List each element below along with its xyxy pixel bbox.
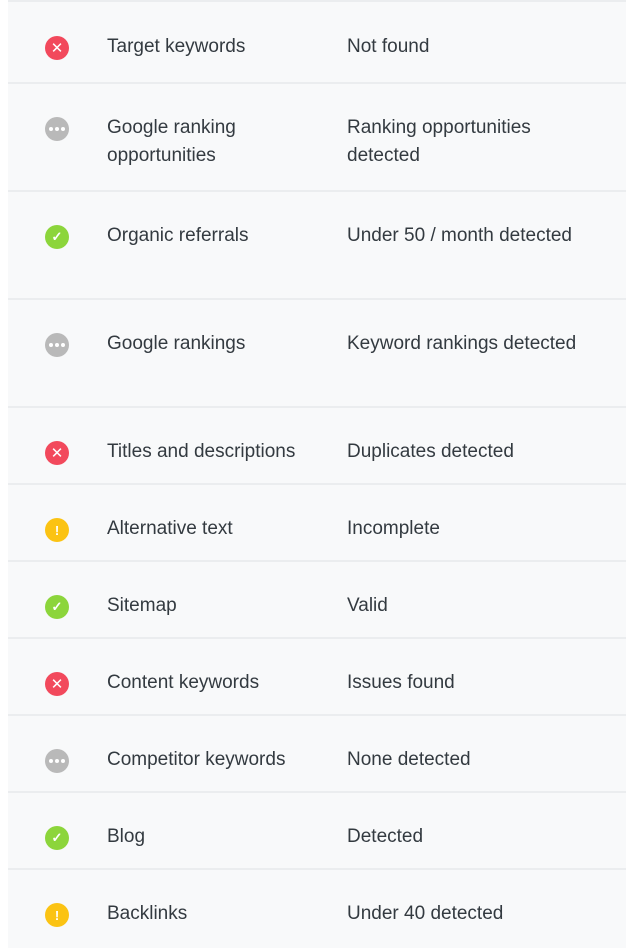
x-icon: ✕ (45, 36, 69, 60)
check-name: Target keywords (107, 36, 246, 57)
x-icon: ✕ (45, 441, 69, 465)
check-name: Titles and descriptions (107, 441, 296, 462)
check-row: Google ranking opportunities Ranking opp… (8, 84, 626, 192)
check-icon: ✓ (45, 225, 69, 249)
exclamation-icon: ! (45, 518, 69, 542)
check-row: ! Alternative text Incomplete (8, 485, 626, 562)
check-result: Incomplete (347, 518, 440, 539)
ellipsis-icon (45, 117, 69, 141)
check-result: Under 50 / month detected (347, 225, 572, 246)
check-result: Valid (347, 595, 388, 616)
check-result: Under 40 detected (347, 903, 504, 924)
check-icon: ✓ (45, 826, 69, 850)
check-name: Competitor keywords (107, 749, 286, 770)
check-name: Content keywords (107, 672, 260, 693)
check-row: ✓ Blog Detected (8, 793, 626, 870)
check-name: Alternative text (107, 518, 233, 539)
check-result: Issues found (347, 672, 455, 693)
exclamation-icon: ! (45, 903, 69, 927)
check-name: Organic referrals (107, 225, 249, 246)
check-result: Keyword rankings detected (347, 333, 577, 354)
check-row: ✕ Titles and descriptions Duplicates det… (8, 408, 626, 485)
check-result: Ranking opportunities detected (347, 117, 531, 166)
check-result: Duplicates detected (347, 441, 514, 462)
x-icon: ✕ (45, 672, 69, 696)
check-row: ✓ Sitemap Valid (8, 562, 626, 639)
check-name: Google ranking opportunities (107, 117, 236, 166)
check-name: Sitemap (107, 595, 177, 616)
check-row: ✓ Organic referrals Under 50 / month det… (8, 192, 626, 300)
check-name: Blog (107, 826, 146, 847)
check-row: ! Backlinks Under 40 detected (8, 870, 626, 947)
ellipsis-icon (45, 333, 69, 357)
check-row: ✕ Target keywords Not found (8, 0, 626, 84)
check-row: Google rankings Keyword rankings detecte… (8, 300, 626, 408)
check-result: Detected (347, 826, 424, 847)
check-name: Google rankings (107, 333, 246, 354)
check-row: ✕ Content keywords Issues found (8, 639, 626, 716)
check-icon: ✓ (45, 595, 69, 619)
check-name: Backlinks (107, 903, 188, 924)
check-result: None detected (347, 749, 471, 770)
ellipsis-icon (45, 749, 69, 773)
check-result: Not found (347, 36, 430, 57)
seo-checks-panel: ✕ Target keywords Not found Google ranki… (8, 0, 626, 948)
check-row: Competitor keywords None detected (8, 716, 626, 793)
